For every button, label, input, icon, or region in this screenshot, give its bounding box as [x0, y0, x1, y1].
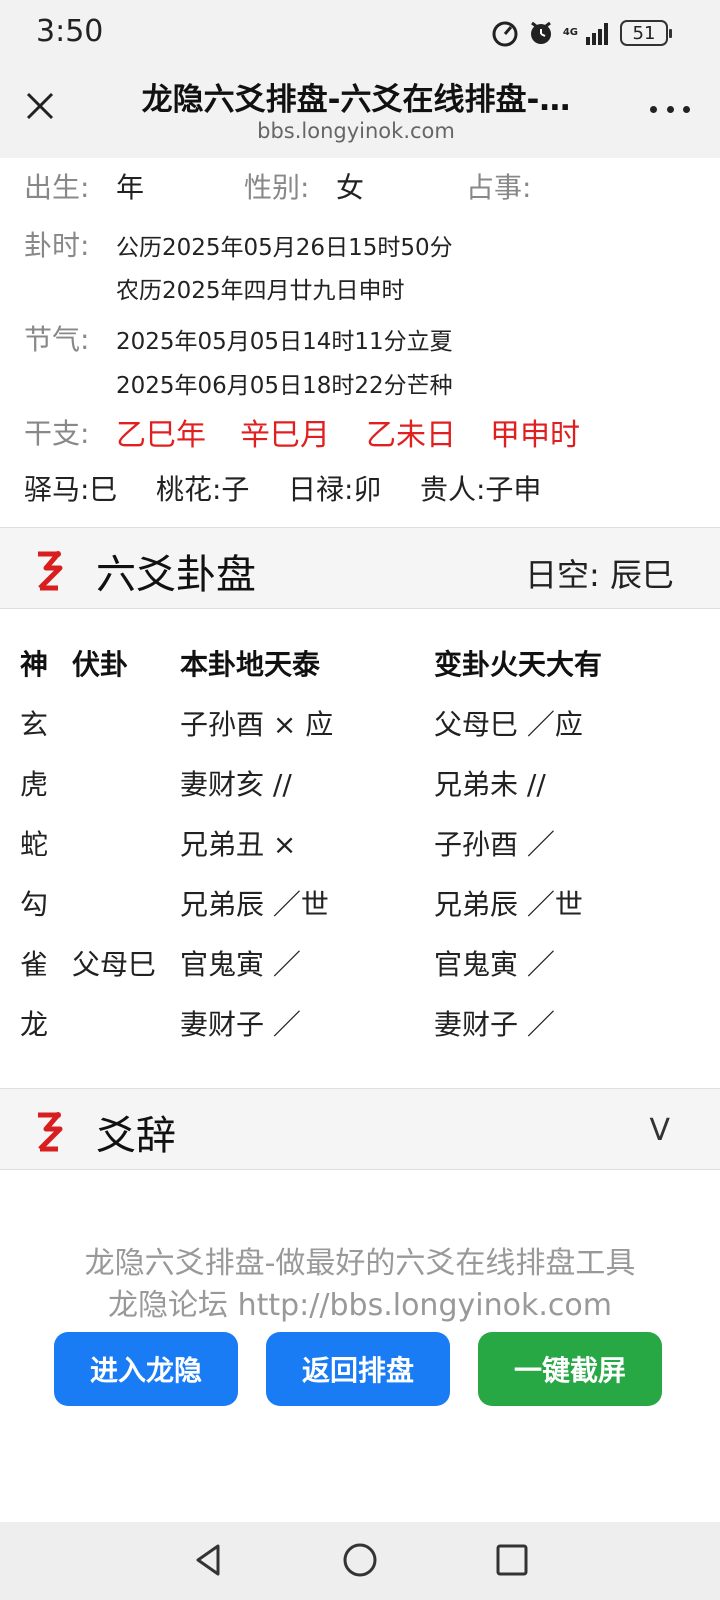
- row-1-shen: 玄: [20, 708, 49, 741]
- row-3-bian: 子孙酉 ／: [434, 828, 555, 861]
- row-3-shen: 蛇: [20, 828, 49, 861]
- liuyao-section-title: 六爻卦盘: [96, 552, 256, 598]
- birth-value: 年: [116, 171, 145, 204]
- header-ben: 本卦地天泰: [180, 648, 321, 681]
- header-bian: 变卦火天大有: [434, 648, 603, 681]
- back-to-paipan-button[interactable]: 返回排盘: [266, 1332, 450, 1406]
- row-2-shen: 虎: [20, 768, 49, 801]
- row-4-ben: 兄弟辰 ／世: [180, 888, 329, 921]
- liuyao-section-header: 六爻卦盘 日空: 辰巳: [0, 527, 720, 609]
- row-5-bian: 官鬼寅 ／: [434, 948, 555, 981]
- yaoci-section-header[interactable]: 爻辞 V: [0, 1088, 720, 1170]
- close-icon[interactable]: [20, 86, 60, 126]
- header-fu: 伏卦: [72, 648, 129, 681]
- yaoci-section-title: 爻辞: [96, 1113, 176, 1159]
- expand-toggle[interactable]: V: [649, 1113, 670, 1148]
- row-1-ben: 子孙酉 × 应: [180, 708, 334, 741]
- alarm-icon: [530, 21, 551, 44]
- screenshot-button[interactable]: 一键截屏: [478, 1332, 662, 1406]
- void-value: 辰巳: [609, 556, 674, 594]
- ganzhi-year: 乙巳年: [116, 418, 206, 453]
- ganzhi-label: 干支:: [24, 417, 90, 450]
- row-1-bian: 父母巳 ／应: [434, 708, 583, 741]
- speedometer-icon: [492, 21, 518, 47]
- status-icons: 4G 51: [491, 18, 672, 48]
- more-menu-icon[interactable]: [650, 94, 690, 124]
- ganzhi-hour: 甲申时: [490, 418, 580, 453]
- row-5-ben: 官鬼寅 ／: [180, 948, 301, 981]
- status-bar: 3:50 4G 51: [0, 0, 720, 64]
- solar-term-2: 2025年06月05日18时22分芒种: [116, 373, 453, 399]
- ganzhi-day: 乙未日: [366, 418, 456, 453]
- signal-icon: [586, 23, 608, 45]
- shensha-taohua: 桃花:子: [156, 473, 250, 506]
- back-nav-icon[interactable]: [188, 1540, 228, 1580]
- dragon-logo-icon: [38, 551, 63, 591]
- footer-slogan: 龙隐六爻排盘-做最好的六爻在线排盘工具: [84, 1246, 636, 1281]
- battery-icon: 51: [620, 20, 672, 46]
- navigation-bar: [0, 1522, 720, 1600]
- row-6-ben: 妻财子 ／: [180, 1008, 301, 1041]
- row-3-ben: 兄弟丑 ×: [180, 828, 297, 861]
- lunar-date: 农历2025年四月廿九日申时: [116, 278, 405, 304]
- gender-value: 女: [336, 171, 365, 204]
- row-5-fu: 父母巳: [72, 948, 157, 981]
- page-url: bbs.longyinok.com: [257, 119, 455, 143]
- solar-date: 公历2025年05月26日15时50分: [116, 235, 453, 261]
- header-shen: 神: [20, 648, 49, 681]
- home-nav-icon[interactable]: [340, 1540, 380, 1580]
- row-2-bian: 兄弟未 //: [434, 768, 546, 801]
- enter-longyin-button[interactable]: 进入龙隐: [54, 1332, 238, 1406]
- gender-label: 性别:: [244, 171, 310, 204]
- time-label: 卦时:: [24, 229, 90, 262]
- status-time: 3:50: [36, 14, 104, 49]
- solar-term-1: 2025年05月05日14时11分立夏: [116, 329, 453, 355]
- void-info: 日空: 辰巳: [525, 550, 674, 596]
- shensha-yima: 驿马:巳: [24, 473, 118, 506]
- network-type: 4G: [562, 27, 578, 38]
- birth-label: 出生:: [24, 171, 90, 204]
- recents-nav-icon[interactable]: [492, 1540, 532, 1580]
- footer-forum-link[interactable]: 龙隐论坛 http://bbs.longyinok.com: [0, 1280, 720, 1324]
- shensha-guiren: 贵人:子申: [420, 473, 542, 506]
- browser-titlebar: 龙隐六爻排盘-六爻在线排盘-… bbs.longyinok.com: [0, 64, 720, 158]
- row-5-shen: 雀: [20, 948, 49, 981]
- row-4-bian: 兄弟辰 ／世: [434, 888, 583, 921]
- row-2-ben: 妻财亥 //: [180, 768, 292, 801]
- dragon-logo-icon: [38, 1112, 63, 1152]
- page-title: 龙隐六爻排盘-六爻在线排盘-…: [141, 82, 571, 118]
- void-label: 日空:: [525, 556, 600, 594]
- shensha-rilu: 日禄:卯: [288, 473, 382, 506]
- term-label: 节气:: [24, 323, 90, 356]
- row-4-shen: 勾: [20, 888, 49, 921]
- row-6-bian: 妻财子 ／: [434, 1008, 555, 1041]
- row-6-shen: 龙: [20, 1008, 49, 1041]
- matter-label: 占事:: [466, 171, 532, 204]
- ganzhi-month: 辛巳月: [240, 418, 330, 453]
